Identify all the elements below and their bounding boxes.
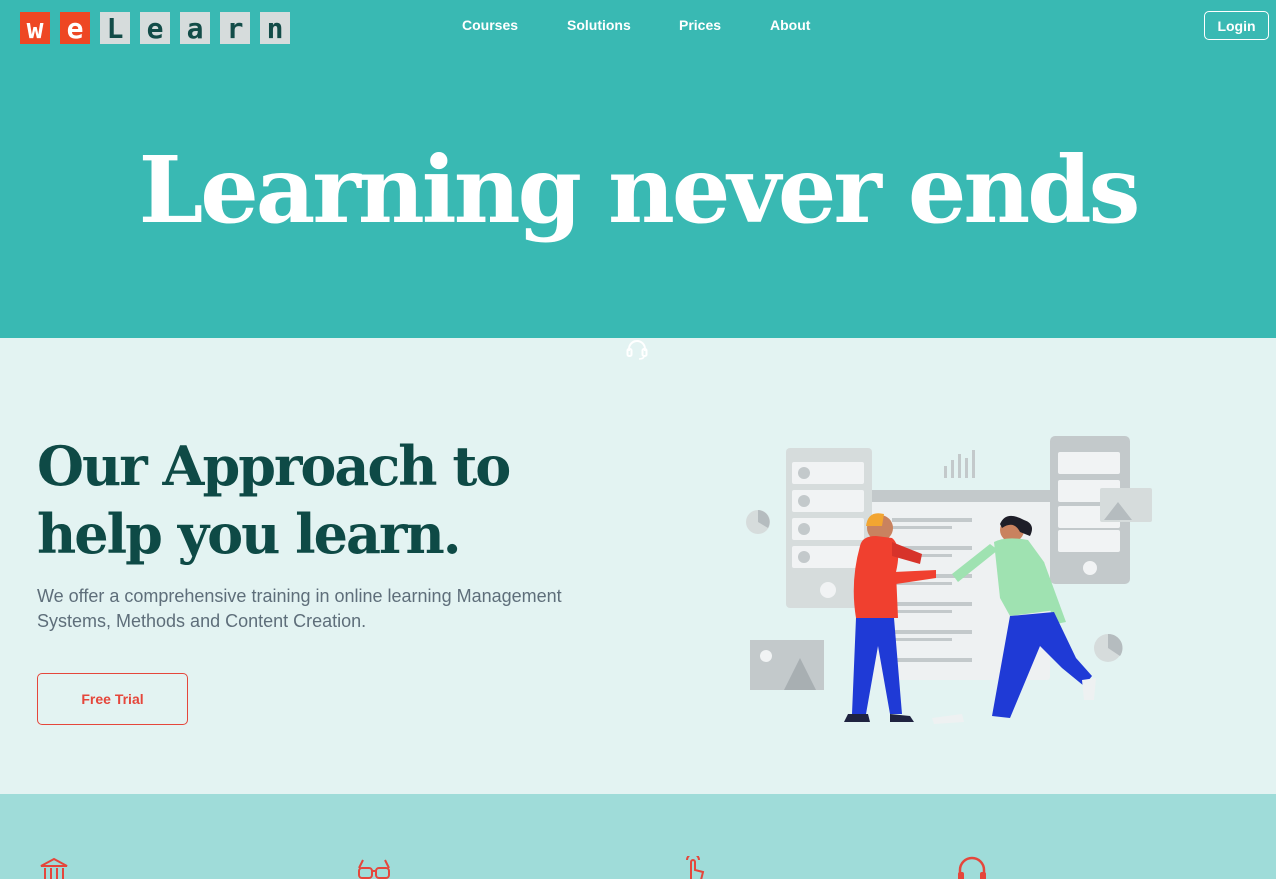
approach-title-line2: help you learn. [37, 502, 462, 566]
nav-about[interactable]: About [770, 16, 810, 34]
logo-letter: e [60, 12, 90, 45]
approach-title: Our Approach to help you learn. [37, 432, 657, 568]
free-trial-button[interactable]: Free Trial [37, 673, 188, 725]
glasses-icon [358, 859, 390, 879]
logo-letter: r [220, 12, 250, 45]
bank-icon [40, 857, 68, 879]
welearn-logo[interactable]: w e L e a r n [20, 12, 290, 45]
logo-letter: L [100, 12, 130, 45]
nav-solutions[interactable]: Solutions [567, 16, 631, 34]
pointer-hand-icon [686, 856, 705, 879]
hero-section: w e L e a r n Courses Solutions Prices A… [0, 0, 1276, 338]
nav-prices[interactable]: Prices [679, 16, 721, 34]
headphones-icon [958, 856, 986, 879]
login-button[interactable]: Login [1204, 11, 1269, 40]
features-section [0, 794, 1276, 879]
approach-description: We offer a comprehensive training in onl… [37, 586, 562, 631]
hero-title: Learning never ends [138, 136, 1141, 244]
two-people-high-five-illustration [746, 436, 1152, 724]
headset-icon[interactable] [626, 340, 648, 360]
nav-courses[interactable]: Courses [462, 16, 518, 34]
approach-title-line1: Our Approach to [37, 434, 511, 498]
logo-letter: e [140, 12, 170, 45]
logo-letter: a [180, 12, 210, 45]
logo-letter: w [20, 12, 50, 45]
logo-letter: n [260, 12, 290, 45]
